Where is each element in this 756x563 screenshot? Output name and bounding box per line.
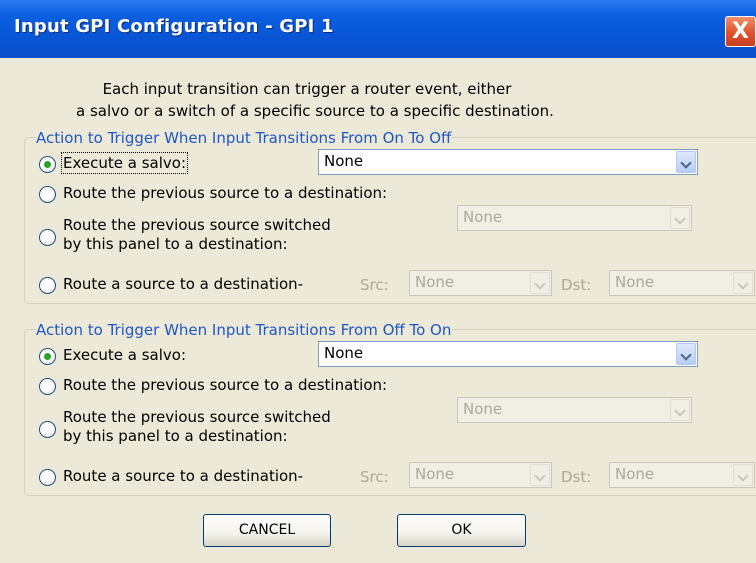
src-select-value: None <box>415 273 455 291</box>
close-button[interactable]: X <box>725 16 756 47</box>
route-source-label[interactable]: Route a source to a destination- <box>63 467 303 485</box>
src-select[interactable]: None <box>409 270 552 296</box>
dst-label: Dst: <box>561 468 592 486</box>
panel-source-label-1[interactable]: Route the previous source switched <box>63 408 331 426</box>
group-legend: Action to Trigger When Input Transitions… <box>35 321 453 339</box>
radio-panel-source[interactable] <box>39 421 56 438</box>
dst-select-value: None <box>615 273 655 291</box>
group-off-to-on: Action to Trigger When Input Transitions… <box>24 321 756 496</box>
radio-prev-source[interactable] <box>39 378 56 395</box>
chevron-down-icon[interactable] <box>733 464 753 486</box>
panel-dest-select[interactable]: None <box>457 397 692 423</box>
group-legend: Action to Trigger When Input Transitions… <box>35 129 453 147</box>
src-label: Src: <box>360 468 389 486</box>
radio-execute-salvo[interactable] <box>39 348 56 365</box>
radio-panel-source[interactable] <box>39 229 56 246</box>
src-select[interactable]: None <box>409 462 552 488</box>
src-select-value: None <box>415 465 455 483</box>
chevron-down-icon[interactable] <box>670 399 690 421</box>
dst-label: Dst: <box>561 276 592 294</box>
panel-dest-value: None <box>463 400 503 418</box>
panel-source-label-2[interactable]: by this panel to a destination: <box>63 235 288 253</box>
chevron-down-icon[interactable] <box>530 272 550 294</box>
intro-line-1: Each input transition can trigger a rout… <box>102 80 512 98</box>
prev-source-label[interactable]: Route the previous source to a destinati… <box>63 184 387 202</box>
chevron-down-icon[interactable] <box>676 343 696 365</box>
window-title: Input GPI Configuration - GPI 1 <box>14 16 334 37</box>
dialog-window: Input GPI Configuration - GPI 1 X Each i… <box>0 0 756 563</box>
chevron-down-icon[interactable] <box>676 151 696 173</box>
title-bar[interactable]: Input GPI Configuration - GPI 1 X <box>0 0 756 58</box>
ok-button[interactable]: OK <box>397 514 526 547</box>
radio-route-source[interactable] <box>39 277 56 294</box>
execute-salvo-label[interactable]: Execute a salvo: <box>61 152 188 174</box>
prev-source-label[interactable]: Route the previous source to a destinati… <box>63 376 387 394</box>
salvo-select[interactable]: None <box>318 341 698 367</box>
intro-line-2: a salvo or a switch of a specific source… <box>76 102 554 120</box>
execute-salvo-label[interactable]: Execute a salvo: <box>63 346 186 364</box>
chevron-down-icon[interactable] <box>670 207 690 229</box>
radio-prev-source[interactable] <box>39 186 56 203</box>
dst-select[interactable]: None <box>609 270 755 296</box>
salvo-select[interactable]: None <box>318 149 698 175</box>
radio-execute-salvo[interactable] <box>39 156 56 173</box>
cancel-button[interactable]: CANCEL <box>203 514 331 547</box>
panel-source-label-1[interactable]: Route the previous source switched <box>63 216 331 234</box>
dst-select[interactable]: None <box>609 462 755 488</box>
dst-select-value: None <box>615 465 655 483</box>
salvo-select-value: None <box>324 344 364 362</box>
group-on-to-off: Action to Trigger When Input Transitions… <box>24 129 756 304</box>
panel-source-label-2[interactable]: by this panel to a destination: <box>63 427 288 445</box>
chevron-down-icon[interactable] <box>733 272 753 294</box>
salvo-select-value: None <box>324 152 364 170</box>
chevron-down-icon[interactable] <box>530 464 550 486</box>
close-icon: X <box>732 19 749 44</box>
panel-dest-select[interactable]: None <box>457 205 692 231</box>
route-source-label[interactable]: Route a source to a destination- <box>63 275 303 293</box>
radio-route-source[interactable] <box>39 469 56 486</box>
src-label: Src: <box>360 276 389 294</box>
panel-dest-value: None <box>463 208 503 226</box>
